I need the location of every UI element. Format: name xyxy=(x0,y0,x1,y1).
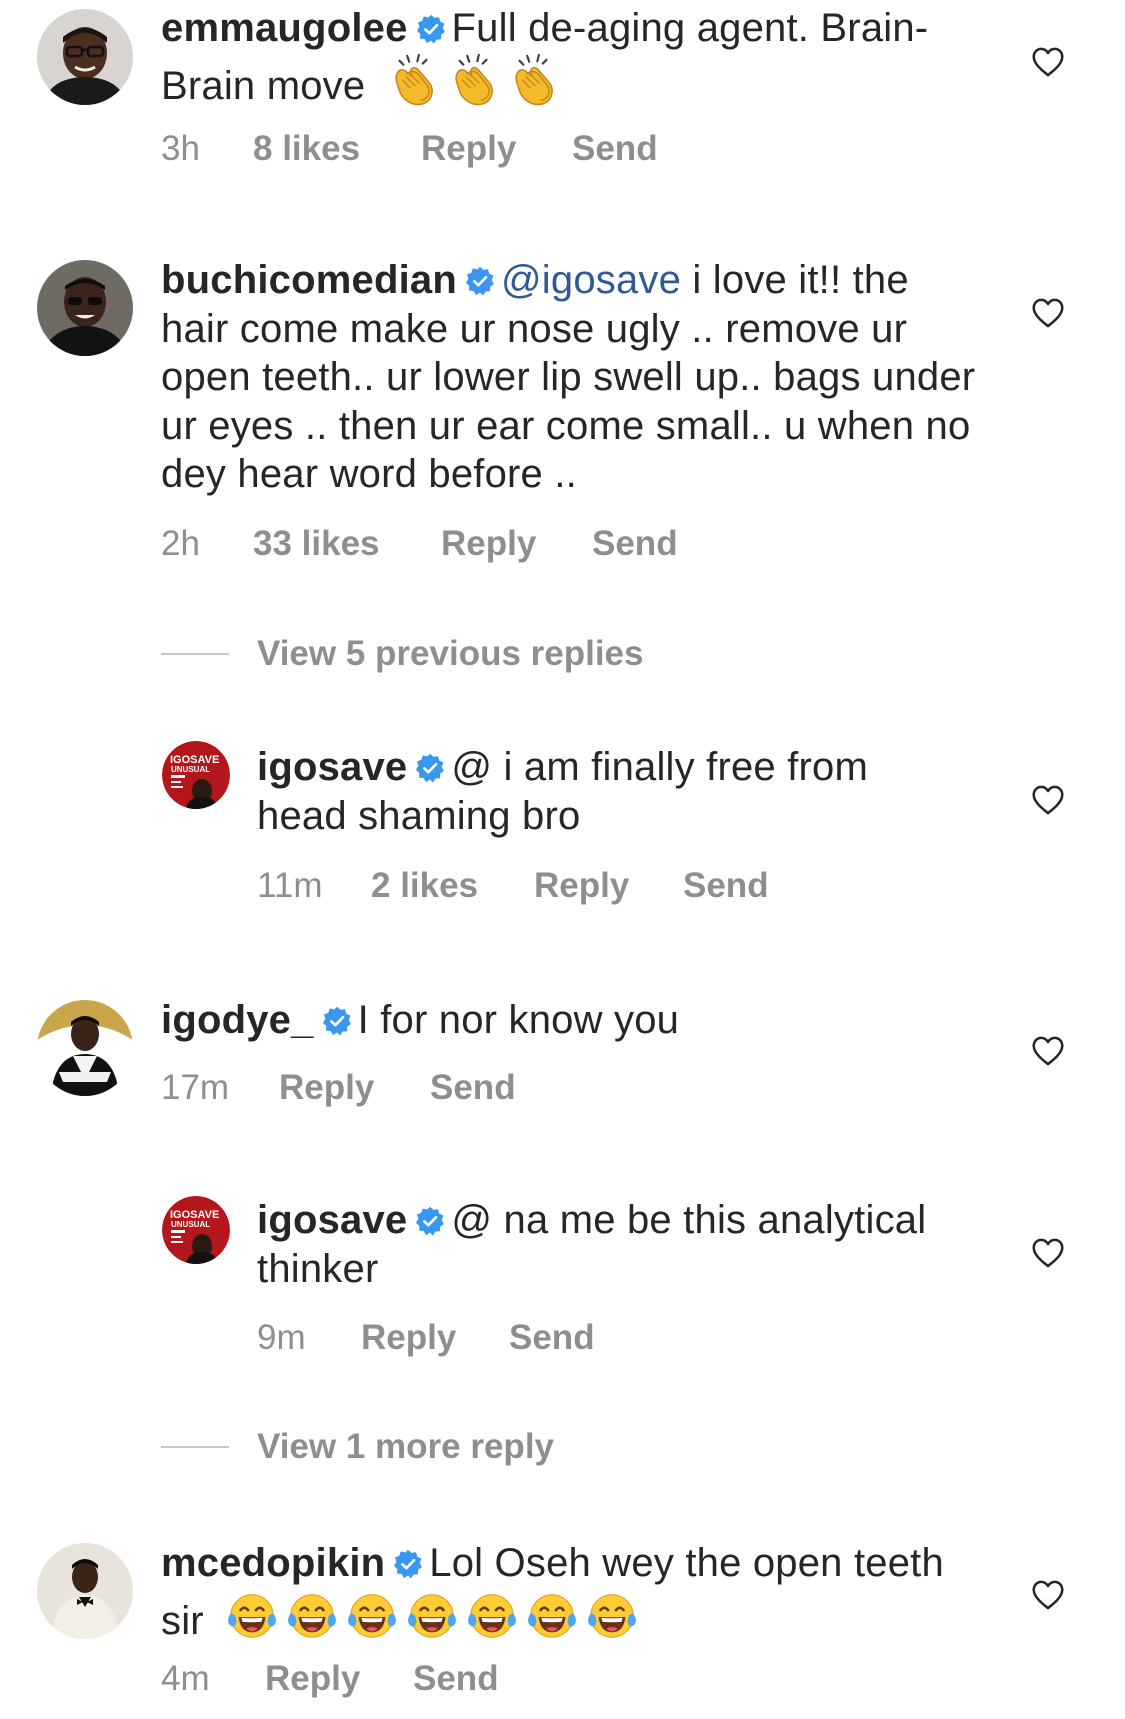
avatar[interactable] xyxy=(37,9,133,105)
clapping-hands-emoji-icon xyxy=(507,53,561,107)
view-replies-label[interactable]: View 1 more reply xyxy=(257,1427,554,1467)
tears-of-joy-emoji-icon xyxy=(585,1588,639,1642)
comment-text: emmaugolee Full de-aging agent. Brain-Bra… xyxy=(161,4,981,110)
username[interactable]: mcedopikin xyxy=(161,1541,385,1585)
comment-body: I for nor know you xyxy=(357,998,680,1042)
timestamp: 9m xyxy=(257,1318,306,1357)
verified-badge-icon xyxy=(416,14,446,44)
username[interactable]: emmaugolee xyxy=(161,6,408,50)
comment-text: buchicomedian @igosave i love it!! the ha… xyxy=(161,256,981,499)
reply-button[interactable]: Reply xyxy=(265,1659,360,1699)
verified-badge-icon xyxy=(322,1006,352,1036)
username[interactable]: buchicomedian xyxy=(161,258,457,302)
avatar-logo-text: UNUSUAL xyxy=(171,765,210,774)
comment-text: mcedopikin Lol Oseh wey the open teeth si… xyxy=(161,1539,981,1645)
verified-badge-icon xyxy=(393,1549,423,1579)
view-replies-label[interactable]: View 5 previous replies xyxy=(257,634,644,674)
tears-of-joy-emoji-icon xyxy=(225,1588,279,1642)
send-button[interactable]: Send xyxy=(683,866,769,906)
reply-button[interactable]: Reply xyxy=(421,129,516,169)
send-button[interactable]: Send xyxy=(509,1318,595,1358)
avatar[interactable] xyxy=(37,1000,133,1096)
mention-link[interactable]: @igosave xyxy=(501,258,681,302)
timestamp: 2h xyxy=(161,524,200,563)
send-button[interactable]: Send xyxy=(430,1068,516,1108)
verified-badge-icon xyxy=(465,266,495,296)
send-button[interactable]: Send xyxy=(592,524,678,564)
tears-of-joy-emoji-icon xyxy=(285,1588,339,1642)
view-more-replies-button[interactable]: View 1 more reply xyxy=(161,1427,761,1467)
divider-line xyxy=(161,1446,229,1448)
send-button[interactable]: Send xyxy=(413,1659,499,1699)
reply-button[interactable]: Reply xyxy=(441,524,536,564)
avatar[interactable] xyxy=(37,260,133,356)
timestamp: 17m xyxy=(161,1068,230,1107)
timestamp: 3h xyxy=(161,129,200,168)
tears-of-joy-emoji-icon xyxy=(465,1588,519,1642)
reply-text: igosave @ i am finally free from head sha… xyxy=(257,743,957,840)
like-heart-icon[interactable] xyxy=(1030,782,1066,818)
comment-text: igodye_ I for nor know you xyxy=(161,996,981,1045)
verified-badge-icon xyxy=(415,1206,445,1236)
username[interactable]: igosave xyxy=(257,745,407,789)
view-previous-replies-button[interactable]: View 5 previous replies xyxy=(161,634,761,674)
tears-of-joy-emoji-icon xyxy=(345,1588,399,1642)
timestamp: 4m xyxy=(161,1659,210,1698)
username[interactable]: igosave xyxy=(257,1198,407,1242)
send-button[interactable]: Send xyxy=(572,129,658,169)
reply-text: igosave @ na me be this analytical thinke… xyxy=(257,1196,957,1293)
verified-badge-icon xyxy=(415,753,445,783)
tears-of-joy-emoji-icon xyxy=(525,1588,579,1642)
avatar-logo-text: UNUSUAL xyxy=(171,1220,210,1229)
like-heart-icon[interactable] xyxy=(1030,44,1066,80)
like-heart-icon[interactable] xyxy=(1030,1577,1066,1613)
like-heart-icon[interactable] xyxy=(1030,295,1066,331)
divider-line xyxy=(161,653,229,655)
reply-button[interactable]: Reply xyxy=(534,866,629,906)
avatar[interactable] xyxy=(37,1543,133,1639)
tears-of-joy-emoji-icon xyxy=(405,1588,459,1642)
reply-button[interactable]: Reply xyxy=(361,1318,456,1358)
clapping-hands-emoji-icon xyxy=(387,53,441,107)
avatar-logo[interactable]: IGOSAVE UNUSUAL xyxy=(162,1196,230,1264)
likes-count[interactable]: 8 likes xyxy=(253,129,360,169)
like-heart-icon[interactable] xyxy=(1030,1235,1066,1271)
reply-button[interactable]: Reply xyxy=(279,1068,374,1108)
likes-count[interactable]: 33 likes xyxy=(253,524,380,564)
username[interactable]: igodye_ xyxy=(161,998,314,1042)
likes-count[interactable]: 2 likes xyxy=(371,866,478,906)
timestamp: 11m xyxy=(257,866,323,905)
like-heart-icon[interactable] xyxy=(1030,1033,1066,1069)
avatar-logo[interactable]: IGOSAVE UNUSUAL xyxy=(162,741,230,809)
clapping-hands-emoji-icon xyxy=(447,53,501,107)
